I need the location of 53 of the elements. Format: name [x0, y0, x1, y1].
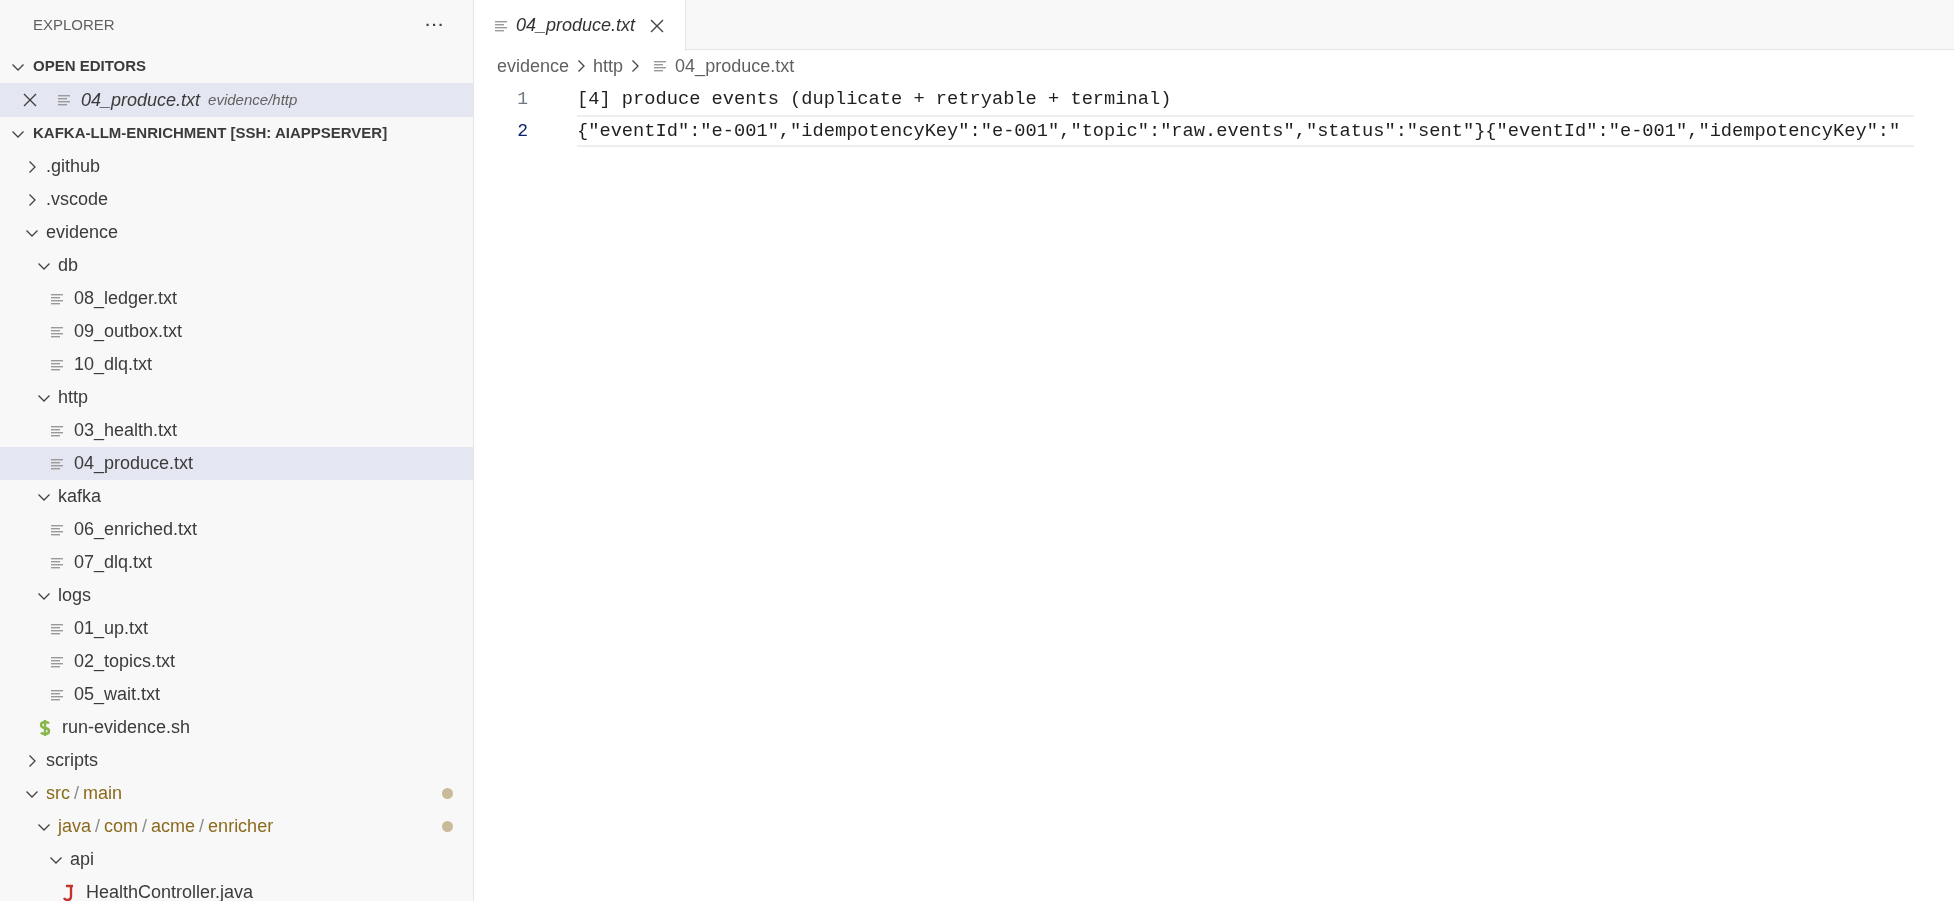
text-file-icon: [50, 456, 64, 471]
text-file-icon: [50, 687, 64, 702]
file-item[interactable]: HealthController.java: [0, 876, 473, 901]
breadcrumb-item[interactable]: http: [593, 52, 624, 80]
text-file-icon: [50, 291, 64, 306]
java-file-icon: [62, 883, 76, 901]
file-item[interactable]: 10_dlq.txt: [0, 348, 473, 381]
line-number: 1: [516, 87, 529, 111]
workspace-header[interactable]: KAFKA-LLM-ENRICHMENT [SSH: AIAPPSERVER]: [0, 117, 473, 150]
folder-item[interactable]: http: [0, 381, 473, 414]
dollar-icon: [38, 718, 52, 737]
folder-item[interactable]: src / main: [0, 777, 473, 810]
text-file-icon: [50, 357, 64, 372]
file-item[interactable]: run-evidence.sh: [0, 711, 473, 744]
open-editors-header[interactable]: OPEN EDITORS: [0, 50, 473, 83]
folder-item[interactable]: api: [0, 843, 473, 876]
text-file-icon: [57, 93, 71, 107]
code-line: [4] produce events (duplicate + retryable + terminal): [577, 86, 1172, 112]
close-icon[interactable]: [649, 17, 666, 34]
more-actions-button[interactable]: ···: [425, 13, 445, 37]
folder-item[interactable]: kafka: [0, 480, 473, 513]
text-file-icon: [50, 522, 64, 537]
text-file-icon: [50, 654, 64, 669]
file-item[interactable]: 05_wait.txt: [0, 678, 473, 711]
folder-item[interactable]: db: [0, 249, 473, 282]
file-item[interactable]: 07_dlq.txt: [0, 546, 473, 579]
open-editor-item[interactable]: 04_produce.txt evidence/http: [0, 83, 473, 117]
file-item[interactable]: 04_produce.txt: [0, 447, 473, 480]
text-file-icon: [50, 621, 64, 636]
breadcrumb-item[interactable]: 04_produce.txt: [647, 52, 795, 80]
code-line: {"eventId":"e-001","idempotencyKey":"e-001","topic":"raw.events","status":"sent"}{"eventId":"e-001","idempotencyKey":": [577, 119, 1901, 144]
line-number: 2: [516, 119, 529, 143]
text-file-icon: [494, 18, 508, 33]
folder-item[interactable]: logs: [0, 579, 473, 612]
file-item[interactable]: 02_topics.txt: [0, 645, 473, 678]
folder-item[interactable]: .github: [0, 150, 473, 183]
folder-item[interactable]: scripts: [0, 744, 473, 777]
folder-item[interactable]: .vscode: [0, 183, 473, 216]
file-item[interactable]: 06_enriched.txt: [0, 513, 473, 546]
file-item[interactable]: 08_ledger.txt: [0, 282, 473, 315]
sidebar-title: EXPLORER: [33, 14, 115, 35]
folder-item[interactable]: java / com / acme / enricher: [0, 810, 473, 843]
text-file-icon: [50, 423, 64, 438]
editor-tab[interactable]: 04_produce.txt: [474, 0, 687, 51]
file-item[interactable]: 03_health.txt: [0, 414, 473, 447]
file-item[interactable]: 09_outbox.txt: [0, 315, 473, 348]
folder-item[interactable]: evidence: [0, 216, 473, 249]
close-icon[interactable]: [22, 92, 38, 108]
text-file-icon: [50, 555, 64, 570]
text-file-icon: [653, 59, 668, 73]
file-item[interactable]: 01_up.txt: [0, 612, 473, 645]
breadcrumb-item[interactable]: evidence: [497, 52, 570, 80]
text-file-icon: [50, 324, 64, 339]
